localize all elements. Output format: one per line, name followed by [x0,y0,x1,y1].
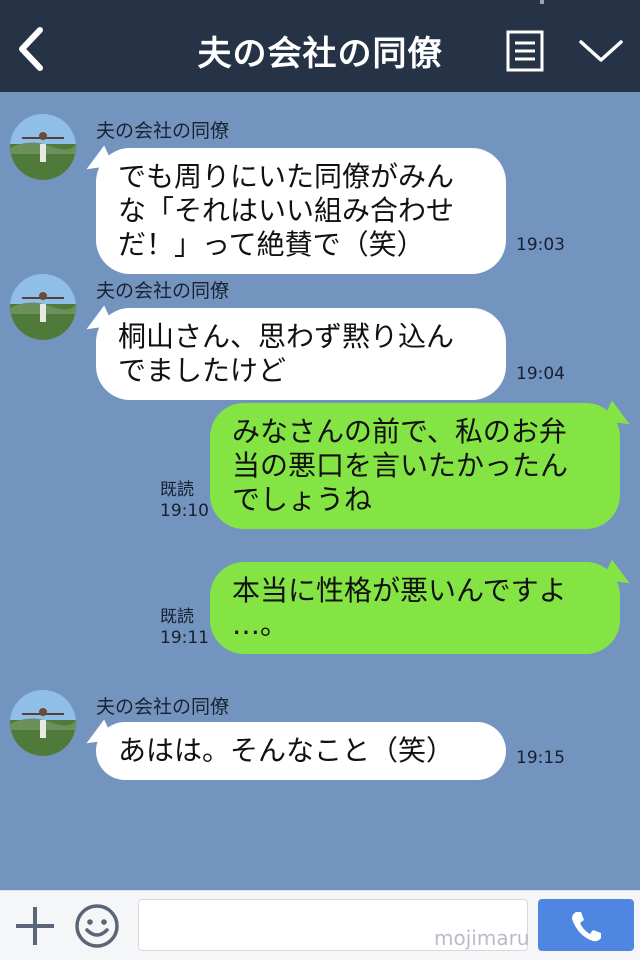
message-line: でも周りにいた同僚がみん [118,160,455,193]
message-line: あはは。そんなこと（笑） [118,734,455,767]
message-bubble[interactable]: 桐山さん、思わず黙り込ん でましたけど [96,308,506,400]
chat-title: 夫の会社の同僚 [197,34,443,74]
message-time: 19:11 [160,628,209,648]
sender-name: 夫の会社の同僚 [96,280,230,302]
avatar[interactable] [10,274,76,340]
chevron-down-icon[interactable] [578,34,624,68]
sender-name: 夫の会社の同僚 [96,696,230,718]
message-line: …。 [232,608,289,641]
message-time: 19:10 [160,501,209,521]
watermark: mojimaru [434,926,530,950]
avatar-photo-icon [10,690,76,756]
message-bubble[interactable]: あはは。そんなこと（笑） [96,722,506,780]
message-bubble[interactable]: みなさんの前で、私のお弁 当の悪口を言いたかったん でしょうね [210,403,620,529]
message-time: 19:04 [516,364,565,384]
avatar[interactable] [10,114,76,180]
message-line: 当の悪口を言いたかったん [232,449,569,482]
message-line: でしょうね [232,483,373,516]
message-line: みなさんの前で、私のお弁 [232,415,567,448]
read-label: 既読 [160,480,194,500]
sender-name: 夫の会社の同僚 [96,120,230,142]
message-line: な「それはいい組み合わせ [118,194,455,227]
avatar-photo-icon [10,274,76,340]
plus-icon[interactable] [14,905,56,947]
message-bubble[interactable]: 本当に性格が悪いんですよ …。 [210,562,620,654]
message-line: 本当に性格が悪いんですよ [232,574,567,607]
message-time: 19:15 [516,748,565,768]
read-receipt: 既読 19:11 [160,607,209,649]
avatar[interactable] [10,690,76,756]
status-mark [540,0,544,4]
message-composer [0,890,640,960]
phone-icon [572,912,601,942]
chat-header: 夫の会社の同僚 [0,0,640,92]
message-time: 19:03 [516,235,565,255]
message-bubble[interactable]: でも周りにいた同僚がみん な「それはいい組み合わせ だ！」って絶賛で（笑） [96,148,506,274]
notes-icon[interactable] [506,30,544,72]
read-label: 既読 [160,607,194,627]
avatar-photo-icon [10,114,76,180]
smile-icon[interactable] [74,903,120,949]
message-line: でましたけど [118,354,287,387]
call-button[interactable] [538,899,634,951]
read-receipt: 既読 19:10 [160,480,209,522]
message-line: 桐山さん、思わず黙り込ん [118,320,455,353]
message-line: だ！」って絶賛で（笑） [118,228,425,261]
